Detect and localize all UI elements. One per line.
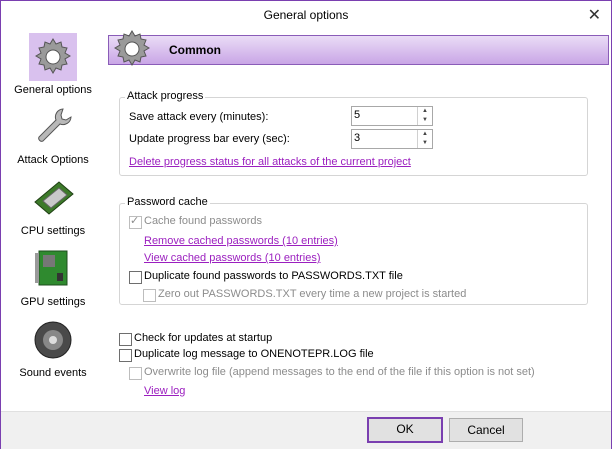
cpu-icon [29,174,77,222]
overwrite-log-checkbox[interactable] [129,367,142,380]
window-title: General options [263,8,349,22]
save-attack-stepper[interactable]: ▲▼ [351,106,433,126]
duplicate-passwords-label: Duplicate found passwords to PASSWORDS.T… [144,270,403,282]
remove-cached-passwords-link[interactable]: Remove cached passwords (10 entries) [144,235,338,247]
wrench-icon [29,103,77,151]
options-dialog: General options ✕ General options Attack… [0,0,612,449]
gear-icon [107,25,157,73]
ok-button[interactable]: OK [367,417,443,443]
spin-down-icon[interactable]: ▼ [418,139,432,148]
sidebar-item-gpu-settings[interactable]: GPU settings [5,243,101,313]
sidebar-item-sound-events[interactable]: Sound events [5,314,101,384]
save-attack-input[interactable] [354,108,412,122]
sidebar-item-label: GPU settings [20,296,86,308]
check-updates-label: Check for updates at startup [134,332,273,344]
section-title: Common [169,43,221,57]
gear-icon [29,33,77,81]
attack-progress-legend: Attack progress [125,90,206,102]
close-icon[interactable]: ✕ [588,5,601,25]
sidebar-item-cpu-settings[interactable]: CPU settings [5,172,101,242]
sidebar: General options Attack Options CPU setti… [1,31,101,411]
update-progress-input[interactable] [354,131,412,145]
gpu-card-icon [29,245,77,293]
sidebar-item-label: Sound events [19,367,87,379]
spin-down-icon[interactable]: ▼ [418,116,432,125]
cache-found-passwords-checkbox[interactable] [129,214,142,229]
speaker-icon [29,316,77,364]
zero-out-passwords-label: Zero out PASSWORDS.TXT every time a new … [158,288,467,300]
duplicate-log-checkbox[interactable] [119,349,132,362]
delete-progress-link[interactable]: Delete progress status for all attacks o… [129,156,411,168]
cancel-button[interactable]: Cancel [449,418,523,442]
update-progress-stepper[interactable]: ▲▼ [351,129,433,149]
save-attack-label: Save attack every (minutes): [129,111,269,123]
overwrite-log-label: Overwrite log file (append messages to t… [144,366,535,378]
spin-up-icon[interactable]: ▲ [418,130,432,139]
spin-up-icon[interactable]: ▲ [418,107,432,116]
sidebar-item-attack-options[interactable]: Attack Options [5,101,101,171]
view-log-link[interactable]: View log [144,385,185,397]
sidebar-item-label: CPU settings [20,225,86,237]
sidebar-item-label: Attack Options [17,154,89,166]
check-updates-checkbox[interactable] [119,333,132,346]
duplicate-log-label: Duplicate log message to ONENOTEPR.LOG f… [134,348,374,360]
sidebar-item-general-options[interactable]: General options [5,31,101,101]
view-cached-passwords-link[interactable]: View cached passwords (10 entries) [144,252,321,264]
zero-out-passwords-checkbox[interactable] [143,289,156,302]
duplicate-passwords-checkbox[interactable] [129,271,142,284]
sidebar-item-label: General options [14,84,92,96]
cache-found-passwords-label: Cache found passwords [144,215,263,227]
title-bar[interactable]: General options ✕ [1,1,611,31]
update-progress-label: Update progress bar every (sec): [129,133,290,145]
password-cache-legend: Password cache [125,196,210,208]
